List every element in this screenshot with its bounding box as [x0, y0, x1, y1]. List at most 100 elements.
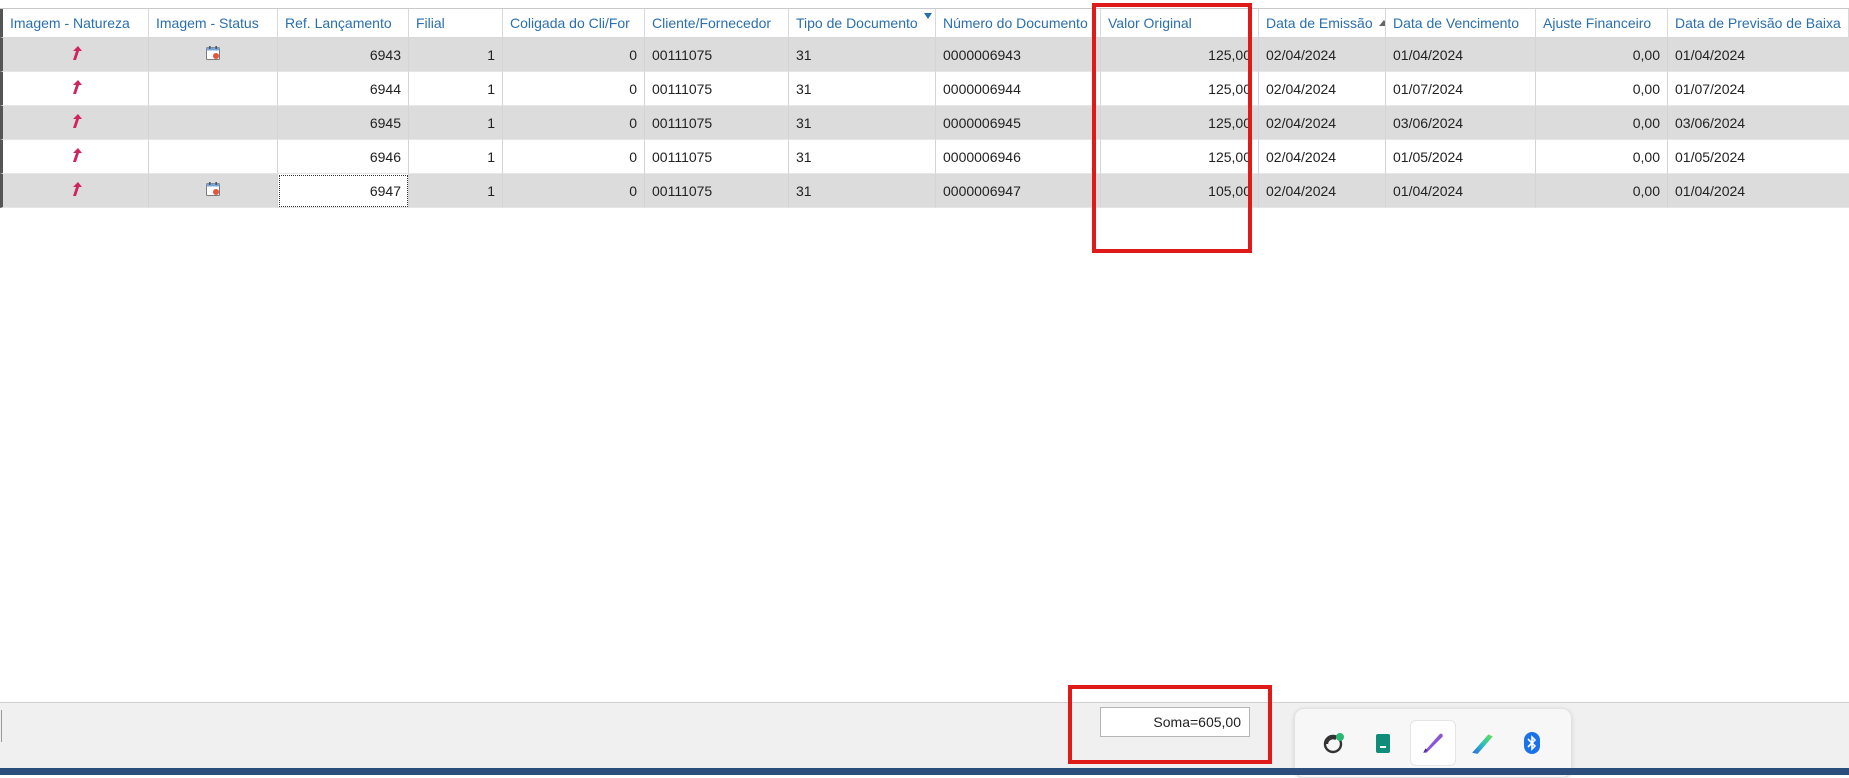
cell-data-vencimento[interactable]: 01/07/2024 [1386, 72, 1536, 106]
cell-numero-documento-value: 0000006946 [943, 148, 1021, 165]
col-header-imagem-status[interactable]: Imagem - Status [149, 9, 278, 38]
table-row[interactable]: 6945 1 0 00111075 31 0000006945 125,00 02/04/20… [0, 106, 1849, 140]
cell-ref-lancamento[interactable]: 6943 [278, 38, 409, 72]
cell-natureza[interactable] [0, 106, 149, 140]
cell-ajuste-financeiro[interactable]: 0,00 [1536, 72, 1668, 106]
cell-data-emissao[interactable]: 02/04/2024 [1259, 38, 1386, 72]
cell-data-previsao-baixa[interactable]: 01/05/2024 [1668, 140, 1849, 174]
col-header-data-vencimento[interactable]: Data de Vencimento [1386, 9, 1536, 38]
cell-valor-original-value: 105,00 [1208, 182, 1251, 199]
cell-numero-documento[interactable]: 0000006944 [936, 72, 1101, 106]
cell-data-emissao[interactable]: 02/04/2024 [1259, 72, 1386, 106]
col-header-tipo-documento[interactable]: Tipo de Documento [789, 9, 936, 38]
cell-tipo-documento[interactable]: 31 [789, 38, 936, 72]
cell-ajuste-financeiro[interactable]: 0,00 [1536, 140, 1668, 174]
cell-valor-original[interactable]: 125,00 [1101, 38, 1259, 72]
cell-status[interactable] [149, 174, 278, 208]
cell-data-emissao[interactable]: 02/04/2024 [1259, 106, 1386, 140]
cell-tipo-documento-value: 31 [796, 80, 812, 97]
col-header-numero-documento[interactable]: Número do Documento [936, 9, 1101, 38]
cell-coligada[interactable]: 0 [503, 174, 645, 208]
cell-cliente-fornecedor[interactable]: 00111075 [645, 106, 789, 140]
table-row[interactable]: 6946 1 0 00111075 31 0000006946 125,00 02/04/20… [0, 140, 1849, 174]
cell-numero-documento[interactable]: 0000006946 [936, 140, 1101, 174]
cell-cliente-fornecedor[interactable]: 00111075 [645, 174, 789, 208]
pen-icon[interactable] [1409, 720, 1456, 766]
cell-filial[interactable]: 1 [409, 38, 503, 72]
cell-status[interactable] [149, 106, 278, 140]
cell-numero-documento-value: 0000006947 [943, 182, 1021, 199]
cell-coligada[interactable]: 0 [503, 140, 645, 174]
cell-data-emissao[interactable]: 02/04/2024 [1259, 140, 1386, 174]
cell-status[interactable] [149, 72, 278, 106]
cell-filial[interactable]: 1 [409, 106, 503, 140]
col-header-label: Tipo de Documento [796, 15, 918, 31]
cell-data-vencimento[interactable]: 03/06/2024 [1386, 106, 1536, 140]
cell-cliente-fornecedor[interactable]: 00111075 [645, 72, 789, 106]
cell-status[interactable] [149, 140, 278, 174]
col-header-data-emissao[interactable]: Data de Emissão [1259, 9, 1386, 38]
cell-ajuste-financeiro[interactable]: 0,00 [1536, 174, 1668, 208]
notebook-icon[interactable] [1361, 721, 1405, 765]
cell-filial[interactable]: 1 [409, 174, 503, 208]
cell-data-previsao-baixa[interactable]: 01/04/2024 [1668, 174, 1849, 208]
cell-natureza[interactable] [0, 174, 149, 208]
sync-icon[interactable] [1312, 721, 1356, 765]
col-header-ajuste-financeiro[interactable]: Ajuste Financeiro [1536, 9, 1668, 38]
cell-status[interactable] [149, 38, 278, 72]
cell-cliente-fornecedor[interactable]: 00111075 [645, 140, 789, 174]
cell-ref-lancamento[interactable]: 6945 [278, 106, 409, 140]
cell-cliente-fornecedor[interactable]: 00111075 [645, 38, 789, 72]
cell-ajuste-financeiro[interactable]: 0,00 [1536, 106, 1668, 140]
bluetooth-icon[interactable] [1510, 721, 1554, 765]
table-row[interactable]: 6944 1 0 00111075 31 0000006944 125,00 02/04/20… [0, 72, 1849, 106]
cell-data-previsao-baixa[interactable]: 01/07/2024 [1668, 72, 1849, 106]
cell-natureza[interactable] [0, 72, 149, 106]
cell-ref-lancamento[interactable]: 6946 [278, 140, 409, 174]
col-header-imagem-natureza[interactable]: Imagem - Natureza [0, 9, 149, 38]
cell-filial[interactable]: 1 [409, 72, 503, 106]
cell-numero-documento[interactable]: 0000006943 [936, 38, 1101, 72]
cell-numero-documento[interactable]: 0000006945 [936, 106, 1101, 140]
cell-tipo-documento[interactable]: 31 [789, 72, 936, 106]
up-arrow-icon [69, 45, 83, 64]
cell-tipo-documento[interactable]: 31 [789, 140, 936, 174]
table-row[interactable]: 6947 1 0 00111075 31 0000006947 105,00 02/04/20… [0, 174, 1849, 208]
cell-natureza[interactable] [0, 140, 149, 174]
cell-ref-lancamento[interactable]: 6944 [278, 72, 409, 106]
cell-data-vencimento[interactable]: 01/05/2024 [1386, 140, 1536, 174]
cell-valor-original[interactable]: 125,00 [1101, 106, 1259, 140]
cell-ref-lancamento[interactable]: 6947 [278, 174, 409, 208]
cell-valor-original[interactable]: 105,00 [1101, 174, 1259, 208]
cell-tipo-documento[interactable]: 31 [789, 174, 936, 208]
col-header-cliente-fornecedor[interactable]: Cliente/Fornecedor [645, 9, 789, 38]
col-header-valor-original[interactable]: Valor Original [1101, 9, 1259, 38]
cell-valor-original[interactable]: 125,00 [1101, 140, 1259, 174]
cell-data-previsao-baixa[interactable]: 01/04/2024 [1668, 38, 1849, 72]
cell-coligada[interactable]: 0 [503, 38, 645, 72]
cell-coligada[interactable]: 0 [503, 106, 645, 140]
cell-tipo-documento[interactable]: 31 [789, 106, 936, 140]
cell-numero-documento[interactable]: 0000006947 [936, 174, 1101, 208]
cell-data-vencimento-value: 03/06/2024 [1393, 114, 1464, 131]
col-header-coligada[interactable]: Coligada do Cli/For [503, 9, 645, 38]
cell-data-vencimento[interactable]: 01/04/2024 [1386, 174, 1536, 208]
col-header-ref-lancamento[interactable]: Ref. Lançamento [278, 9, 409, 38]
cell-data-previsao-baixa-value: 03/06/2024 [1675, 114, 1746, 131]
cell-data-previsao-baixa-value: 01/04/2024 [1675, 46, 1746, 63]
cell-natureza[interactable] [0, 38, 149, 72]
cell-ajuste-financeiro[interactable]: 0,00 [1536, 38, 1668, 72]
cell-coligada[interactable]: 0 [503, 72, 645, 106]
cell-valor-original[interactable]: 125,00 [1101, 72, 1259, 106]
cell-cliente-fornecedor-value: 00111075 [652, 182, 713, 199]
col-header-filial[interactable]: Filial [409, 9, 503, 38]
filter-icon[interactable] [924, 13, 932, 19]
cell-data-previsao-baixa[interactable]: 03/06/2024 [1668, 106, 1849, 140]
cell-data-vencimento[interactable]: 01/04/2024 [1386, 38, 1536, 72]
stylus-icon[interactable] [1461, 721, 1505, 765]
cell-filial[interactable]: 1 [409, 140, 503, 174]
table-row[interactable]: 6943 1 0 00111075 31 0000006943 125,00 02/04/20… [0, 38, 1849, 72]
cell-ref-lancamento-value: 6945 [369, 114, 401, 131]
col-header-data-previsao-baixa[interactable]: Data de Previsão de Baixa [1668, 9, 1849, 38]
cell-data-emissao[interactable]: 02/04/2024 [1259, 174, 1386, 208]
